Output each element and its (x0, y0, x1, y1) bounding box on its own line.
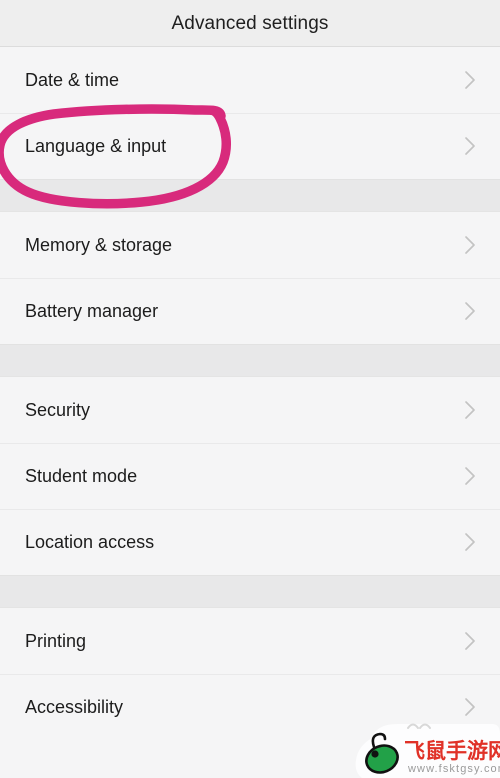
title-bar: Advanced settings (0, 0, 500, 47)
list-item-label: Security (25, 400, 91, 420)
list-item-language-input[interactable]: Language & input (0, 113, 500, 179)
chevron-right-icon (463, 135, 477, 157)
chevron-right-icon (463, 630, 477, 652)
list-item-label: Language & input (25, 136, 167, 156)
list-item-battery-manager[interactable]: Battery manager (0, 278, 500, 344)
watermark-url: www.fsktgsy.com (407, 763, 500, 775)
list-item-label: Battery manager (25, 301, 159, 321)
chevron-right-icon (463, 69, 477, 91)
settings-screen: Advanced settings Date & time Language &… (0, 0, 500, 778)
section-divider-3 (0, 575, 500, 608)
page-title: Advanced settings (171, 13, 329, 34)
list-item-label: Student mode (25, 466, 138, 486)
chevron-right-icon (463, 234, 477, 256)
list-item-label: Location access (25, 532, 155, 552)
list-item-security[interactable]: Security (0, 377, 500, 443)
watermark-site-name: 飞鼠手游网 (404, 739, 500, 763)
list-item-label: Accessibility (25, 697, 124, 717)
list-item-date-time[interactable]: Date & time (0, 47, 500, 113)
chevron-right-icon (463, 696, 477, 718)
settings-group-4: Printing Accessibility (0, 608, 500, 740)
chevron-right-icon (463, 465, 477, 487)
chevron-right-icon (463, 531, 477, 553)
chevron-right-icon (463, 300, 477, 322)
list-item-printing[interactable]: Printing (0, 608, 500, 674)
chevron-right-icon (463, 399, 477, 421)
list-item-location-access[interactable]: Location access (0, 509, 500, 575)
section-divider-1 (0, 179, 500, 212)
list-item-student-mode[interactable]: Student mode (0, 443, 500, 509)
settings-list: Date & time Language & input Memory & st… (0, 47, 500, 740)
list-item-label: Memory & storage (25, 235, 173, 255)
list-item-accessibility[interactable]: Accessibility (0, 674, 500, 740)
section-divider-2 (0, 344, 500, 377)
settings-group-3: Security Student mode Location access (0, 377, 500, 575)
settings-group-2: Memory & storage Battery manager (0, 212, 500, 344)
settings-group-1: Date & time Language & input (0, 47, 500, 179)
list-item-label: Printing (25, 631, 87, 651)
list-item-memory-storage[interactable]: Memory & storage (0, 212, 500, 278)
list-item-label: Date & time (25, 70, 120, 90)
